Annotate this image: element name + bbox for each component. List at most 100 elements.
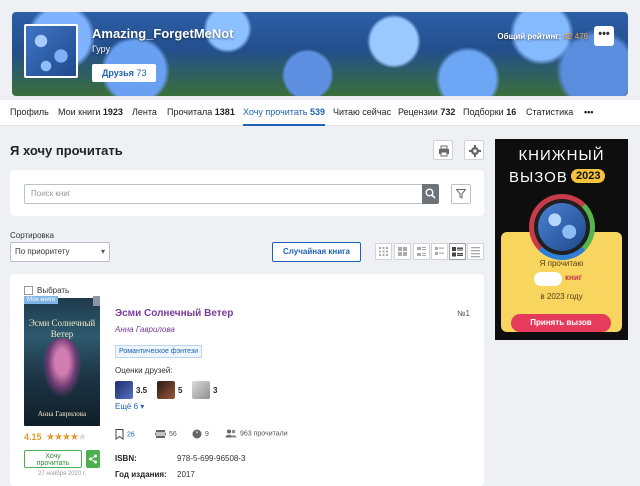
ad-heading-line2: ВЫЗОВ bbox=[509, 169, 568, 186]
friend-score: 3.5 bbox=[136, 386, 148, 395]
cover-author: Анна Гаврилова bbox=[37, 410, 87, 418]
share-icon bbox=[89, 454, 97, 464]
tab-reviews[interactable]: Рецензии 732 bbox=[398, 107, 455, 117]
checkbox-icon[interactable] bbox=[24, 286, 33, 296]
ad-text-will-read: Я прочитаю bbox=[539, 259, 584, 268]
book-author[interactable]: Анна Гаврилова bbox=[115, 325, 175, 334]
friends-ratings-label: Оценки друзей: bbox=[115, 366, 173, 375]
stack-icon bbox=[155, 430, 166, 438]
nav-more-button[interactable]: ••• bbox=[584, 107, 593, 117]
ad-avatar bbox=[538, 203, 586, 251]
profile-nav: Профиль Мои книги 1923 Лента Прочитала 1… bbox=[0, 100, 640, 126]
username[interactable]: Amazing_ForgetMeNot bbox=[92, 26, 234, 41]
more-friends-link[interactable]: Ещё 6 ▾ bbox=[115, 402, 144, 411]
view-grid-large-button[interactable] bbox=[375, 243, 392, 260]
view-list-button[interactable] bbox=[467, 243, 484, 260]
search-button[interactable] bbox=[422, 184, 439, 204]
filter-button[interactable] bbox=[451, 184, 471, 204]
tab-my-books[interactable]: Мои книги 1923 bbox=[58, 107, 123, 117]
isbn-value: 978-5-699-96508-3 bbox=[177, 454, 246, 463]
ad-books-word: книг bbox=[565, 273, 583, 282]
filter-icon bbox=[456, 189, 466, 199]
genre-tag[interactable]: Романтическое фэнтези bbox=[115, 345, 203, 358]
challenge-count-field[interactable] bbox=[534, 272, 562, 286]
friend-avatar[interactable] bbox=[192, 381, 210, 399]
view-list-detailed-button[interactable] bbox=[449, 243, 466, 260]
list-icon bbox=[471, 247, 480, 258]
friend-avatar[interactable] bbox=[115, 381, 133, 399]
book-title[interactable]: Эсми Солнечный Ветер bbox=[115, 308, 233, 319]
book-number: №1 bbox=[456, 309, 470, 318]
friend-score: 5 bbox=[178, 386, 183, 395]
ad-year-badge: 2023 bbox=[571, 169, 606, 183]
bookmark-icon bbox=[115, 429, 124, 440]
friends-button[interactable]: Друзья 73 bbox=[92, 64, 157, 82]
friend-score: 3 bbox=[213, 386, 218, 395]
my-books-badge: Мои книги bbox=[24, 296, 59, 304]
user-rank: Гуру bbox=[92, 44, 111, 54]
view-grid-button[interactable] bbox=[394, 243, 411, 260]
rating-label: Общий рейтинг: bbox=[497, 32, 562, 41]
grid-icon bbox=[379, 247, 388, 256]
want-to-read-button[interactable]: Хочу прочитать bbox=[24, 450, 82, 468]
ad-heading-line1: КНИЖНЫЙ bbox=[518, 147, 605, 164]
year-value: 2017 bbox=[177, 470, 195, 479]
tab-reading-now[interactable]: Читаю сейчас bbox=[333, 107, 391, 117]
rating-stars-icon: ★★★★★ bbox=[46, 432, 87, 443]
want-count[interactable]: 26 bbox=[115, 429, 135, 440]
profile-avatar[interactable] bbox=[24, 24, 78, 78]
ad-text-year: в 2023 году bbox=[540, 292, 583, 301]
book-cover[interactable]: Эсми Солнечный Ветер Анна Гаврилова bbox=[24, 298, 100, 426]
added-date: 27 ноября 2020 г. bbox=[38, 471, 86, 477]
tab-statistics[interactable]: Статистика bbox=[526, 107, 573, 117]
tab-feed[interactable]: Лента bbox=[132, 107, 157, 117]
quote-icon: " bbox=[192, 429, 202, 439]
sort-label: Сортировка bbox=[10, 231, 54, 240]
search-icon bbox=[425, 188, 436, 199]
random-book-button[interactable]: Случайная книга bbox=[272, 242, 361, 262]
bookmark-corner-icon bbox=[93, 296, 100, 306]
printer-icon bbox=[439, 145, 449, 157]
profile-more-button[interactable]: ••• bbox=[594, 26, 614, 46]
isbn-label: ISBN: bbox=[115, 454, 137, 463]
tab-read[interactable]: Прочитала 1381 bbox=[167, 107, 235, 117]
book-card: Выбрать Эсми Солнечный Ветер Анна Гаврил… bbox=[10, 274, 484, 486]
chevron-down-icon: ▾ bbox=[100, 247, 105, 256]
gear-icon bbox=[469, 145, 481, 157]
print-button[interactable] bbox=[433, 140, 453, 160]
sort-value: По приоритету bbox=[15, 247, 70, 256]
tab-collections[interactable]: Подборки 16 bbox=[463, 107, 516, 117]
friends-count: 73 bbox=[136, 68, 147, 78]
rating-number: 4.15 bbox=[24, 432, 42, 442]
list-detailed-icon bbox=[452, 247, 463, 257]
friend-avatar[interactable] bbox=[157, 381, 175, 399]
search-input[interactable]: Поиск книг bbox=[24, 184, 428, 204]
users-icon bbox=[225, 429, 237, 438]
readers-count[interactable]: 963 прочитали bbox=[225, 429, 288, 438]
grid-small-icon bbox=[398, 247, 407, 256]
tiles-icon bbox=[417, 247, 426, 256]
year-label: Год издания: bbox=[115, 470, 167, 479]
select-checkbox[interactable]: Выбрать bbox=[24, 286, 70, 296]
friends-label: Друзья bbox=[102, 68, 134, 78]
cover-title: Эсми Солнечный Ветер bbox=[28, 318, 96, 339]
read-count[interactable]: 56 bbox=[155, 429, 177, 439]
reading-challenge-ad[interactable]: КНИЖНЫЙ ВЫЗОВ 2023 Я прочитаю книг в 202… bbox=[495, 139, 628, 340]
settings-button[interactable] bbox=[464, 140, 484, 160]
quotes-count[interactable]: " 9 bbox=[192, 429, 209, 439]
share-button[interactable] bbox=[86, 450, 100, 468]
covers-icon bbox=[435, 247, 444, 255]
sort-select[interactable]: По приоритету ▾ bbox=[10, 242, 110, 262]
select-label: Выбрать bbox=[37, 286, 70, 295]
accept-challenge-button[interactable]: Принять вызов bbox=[511, 314, 611, 332]
tab-profile[interactable]: Профиль bbox=[10, 107, 49, 117]
overall-rating: Общий рейтинг: 42 476 bbox=[497, 32, 588, 41]
search-panel: Поиск книг bbox=[10, 170, 484, 216]
profile-banner: Amazing_ForgetMeNot Гуру Друзья 73 Общий… bbox=[12, 12, 628, 96]
book-rating: 4.15 ★★★★★ bbox=[24, 432, 87, 443]
page-title: Я хочу прочитать bbox=[10, 143, 123, 158]
view-covers-button[interactable] bbox=[431, 243, 448, 260]
rating-value: 42 476 bbox=[563, 32, 588, 41]
tab-want-to-read[interactable]: Хочу прочитать 539 bbox=[243, 107, 325, 126]
view-tiles-button[interactable] bbox=[413, 243, 430, 260]
